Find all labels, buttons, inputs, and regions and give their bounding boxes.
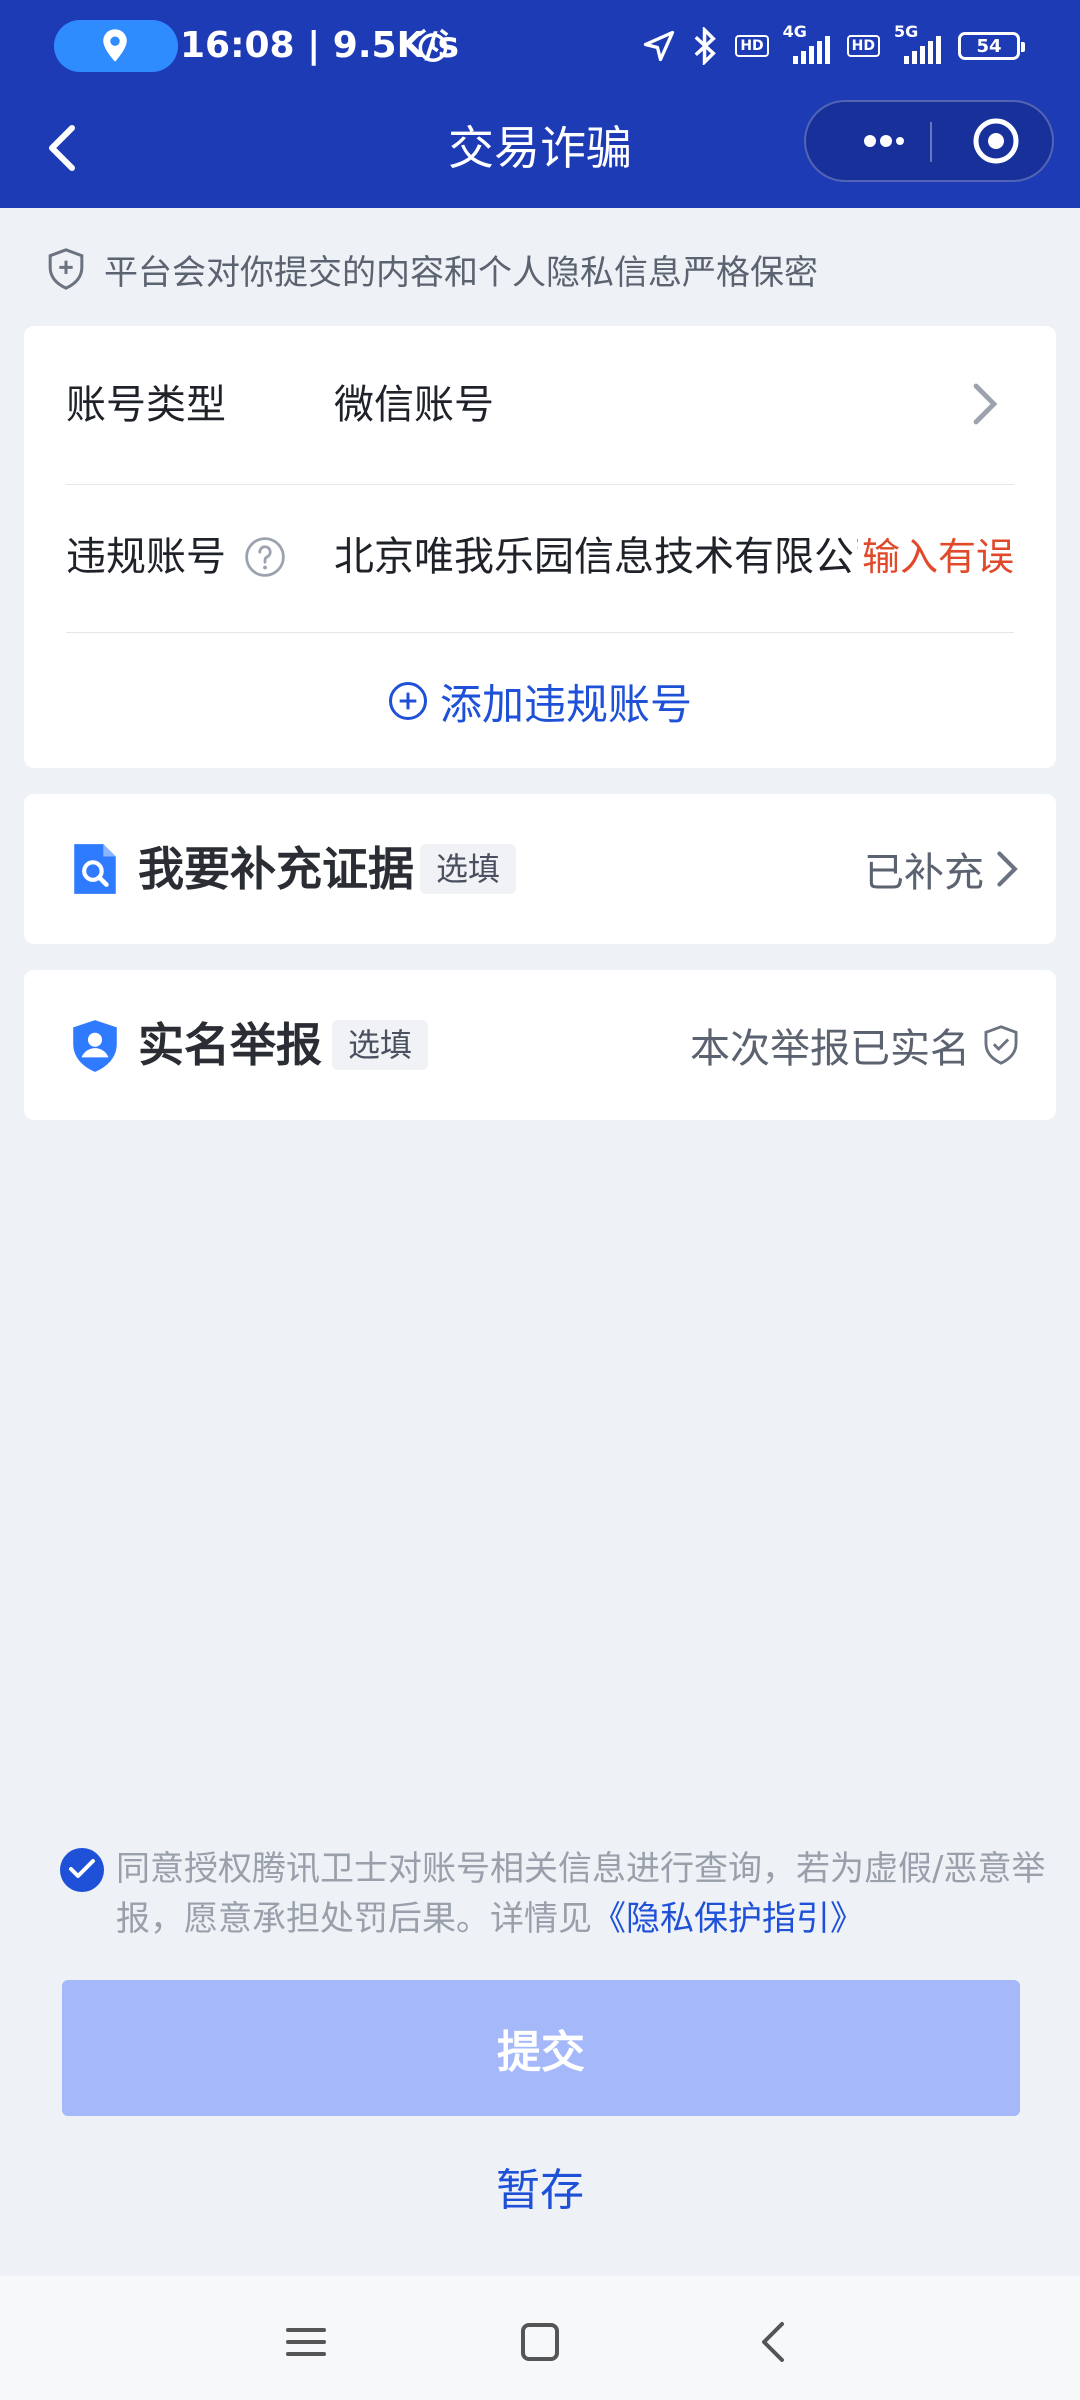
location-icon (103, 29, 127, 62)
agreement-checkbox[interactable] (60, 1848, 104, 1892)
location-pill[interactable] (54, 20, 178, 72)
capsule-divider (930, 122, 932, 162)
evidence-title: 我要补充证据 (138, 842, 414, 896)
optional-tag: 选填 (332, 1020, 429, 1070)
user-shield-icon (73, 1020, 117, 1072)
check-icon (69, 1859, 95, 1878)
account-type-label: 账号类型 (66, 382, 226, 428)
menu-icon[interactable] (276, 2312, 336, 2372)
realname-status-text: 本次举报已实名 (690, 1026, 970, 1072)
violation-account-input[interactable]: 北京唯我乐园信息技术有限公司 (334, 530, 864, 584)
submit-button[interactable]: 提交 (62, 1980, 1020, 2116)
nav-header: 交易诈骗 (0, 92, 1080, 208)
status-icons: HD 4G HD 5G 54 (641, 20, 1025, 72)
hd-badge-2: HD (846, 35, 880, 57)
agreement-text-body: 同意授权腾讯卫士对账号相关信息进行查询，若为虚假/恶意举报，愿意承担处罚后果。详… (116, 1849, 1046, 1939)
hd-badge: HD (735, 35, 769, 57)
violation-account-label: 违规账号 (66, 534, 226, 580)
privacy-notice-text: 平台会对你提交的内容和个人隐私信息严格保密 (104, 252, 818, 293)
evidence-status-text: 已补充 (864, 850, 984, 896)
realname-title: 实名举报 (138, 1018, 322, 1072)
miniapp-capsule (804, 100, 1054, 182)
chevron-right-icon (997, 851, 1018, 887)
account-type-row[interactable]: 账号类型 微信账号 (66, 326, 1014, 485)
battery-icon: 54 (958, 32, 1025, 60)
close-target-icon (973, 118, 1019, 164)
evidence-card[interactable]: 我要补充证据 选填 已补充 (24, 794, 1056, 944)
more-button[interactable] (840, 102, 928, 180)
shield-plus-icon (48, 248, 84, 290)
signal-icon-2: 5G (894, 22, 944, 66)
privacy-notice: 平台会对你提交的内容和个人隐私信息严格保密 (46, 244, 818, 294)
navigation-icon (644, 30, 675, 62)
shield-check-icon (984, 1025, 1018, 1065)
system-back-icon[interactable] (744, 2312, 804, 2372)
document-search-icon (74, 844, 116, 894)
save-draft-button[interactable]: 暂存 (0, 2156, 1080, 2226)
plus-circle-icon (388, 682, 427, 720)
top-bar: 16:08 | 9.5K/s HD 4G HD 5G 54 交易诈骗 (0, 0, 1080, 208)
chevron-right-icon (973, 383, 998, 425)
evidence-status: 已补充 (864, 838, 1020, 900)
help-icon[interactable] (244, 536, 286, 578)
account-card: 账号类型 微信账号 违规账号 北京唯我乐园信息技术有限公司 输入有误 添加违规账… (24, 326, 1056, 768)
account-type-value: 微信账号 (334, 382, 494, 428)
input-error-text: 输入有误 (857, 530, 1014, 584)
realname-status: 本次举报已实名 (690, 1014, 1020, 1076)
bluetooth-icon (694, 27, 717, 65)
violation-account-row: 违规账号 北京唯我乐园信息技术有限公司 输入有误 (66, 484, 1014, 633)
add-violation-account-button[interactable]: 添加违规账号 (24, 666, 1056, 736)
alarm-icon (417, 28, 449, 62)
close-button[interactable] (956, 102, 1036, 180)
home-icon[interactable] (510, 2312, 570, 2372)
signal-icon: 4G (783, 22, 833, 66)
add-violation-account-label: 添加违规账号 (439, 679, 692, 729)
agreement-text: 同意授权腾讯卫士对账号相关信息进行查询，若为虚假/恶意举报，愿意承担处罚后果。详… (116, 1844, 1080, 1944)
realname-card[interactable]: 实名举报 选填 本次举报已实名 (24, 970, 1056, 1120)
more-dots-icon (864, 135, 904, 147)
privacy-guide-link[interactable]: 《隐私保护指引》 (592, 1899, 864, 1939)
status-bar: 16:08 | 9.5K/s HD 4G HD 5G 54 (0, 0, 1080, 92)
system-nav-bar (0, 2276, 1080, 2400)
optional-tag: 选填 (420, 844, 517, 894)
